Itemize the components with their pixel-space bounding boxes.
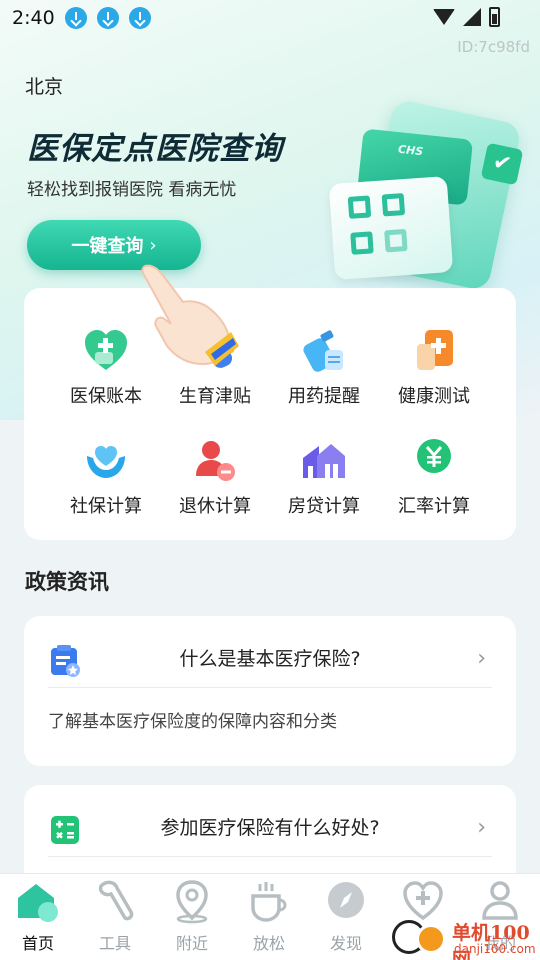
hero-title: 医保定点医院查询 — [27, 131, 283, 167]
feature-medical-ledger[interactable]: 医保账本 — [51, 326, 161, 408]
battery-icon — [489, 7, 500, 27]
house-icon — [299, 436, 349, 486]
tab-label: 放松 — [252, 934, 285, 953]
feature-medication-reminder[interactable]: 用药提醒 — [269, 326, 379, 408]
divider — [48, 687, 492, 688]
tab-label: 发现 — [329, 934, 362, 953]
person-minus-icon — [190, 436, 240, 486]
watermark-url: danji100.com — [454, 942, 536, 956]
location-selector[interactable]: 北京 — [25, 72, 63, 99]
hero-illustration: CHS ✔ — [320, 88, 540, 292]
feature-grid: 医保账本 生育津贴 用药提醒 健康测试 社保计算 退休计算 房贷计算 汇率计算 — [24, 288, 516, 540]
chevron-right-icon: › — [477, 646, 486, 671]
watermark-logo-icon — [416, 924, 446, 954]
wrench-icon — [93, 878, 137, 924]
heart-plus-icon — [81, 326, 131, 376]
coffee-cup-icon — [247, 878, 291, 924]
download-icon — [96, 7, 119, 29]
wifi-icon — [433, 9, 455, 25]
news-card-header[interactable]: 什么是基本医疗保险? › — [24, 616, 516, 688]
feature-label: 退休计算 — [179, 496, 251, 517]
checkmark-icon: ✔ — [480, 142, 524, 186]
tab-label: 附近 — [175, 934, 208, 953]
tab-home[interactable]: 首页 — [0, 878, 76, 954]
feature-label: 健康测试 — [398, 386, 470, 407]
feature-label: 社保计算 — [70, 496, 142, 517]
feature-maternity-allowance[interactable]: 生育津贴 — [160, 326, 270, 408]
tab-relax[interactable]: 放松 — [231, 878, 307, 954]
medicine-bottle-icon — [299, 326, 349, 376]
home-icon — [16, 878, 60, 924]
status-time: 2:40 — [12, 7, 55, 29]
tab-label: 首页 — [21, 934, 54, 953]
compass-icon — [324, 878, 368, 924]
download-icon — [64, 7, 87, 29]
news-title: 参加医疗保险有什么好处? — [160, 817, 380, 839]
feature-label: 用药提醒 — [288, 386, 360, 407]
tab-nearby[interactable]: 附近 — [154, 878, 230, 954]
feature-label: 生育津贴 — [179, 386, 251, 407]
download-icon — [128, 7, 151, 29]
tab-discover[interactable]: 发现 — [308, 878, 384, 954]
chevron-right-icon: › — [149, 234, 157, 256]
divider — [48, 856, 492, 857]
news-section-title: 政策资讯 — [25, 570, 109, 594]
baby-bottle-icon — [190, 326, 240, 376]
watermark-id: ID:7c98fd — [457, 38, 530, 56]
chevron-right-icon: › — [477, 815, 486, 840]
site-watermark: 单机100网 danji100.com — [392, 918, 540, 960]
news-title: 什么是基本医疗保险? — [179, 648, 361, 670]
one-click-query-button[interactable]: 一键查询 › — [27, 220, 201, 270]
hands-heart-icon — [81, 436, 131, 486]
news-card-header[interactable]: 参加医疗保险有什么好处? › — [24, 785, 516, 857]
feature-mortgage-calc[interactable]: 房贷计算 — [269, 436, 379, 518]
feature-label: 医保账本 — [70, 386, 142, 407]
feature-label: 房贷计算 — [288, 496, 360, 517]
feature-health-test[interactable]: 健康测试 — [379, 326, 489, 408]
hero-subtitle: 轻松找到报销医院 看病无忧 — [27, 180, 237, 200]
feature-retirement-calc[interactable]: 退休计算 — [160, 436, 270, 518]
location-pin-icon — [170, 878, 214, 924]
health-report-icon — [409, 326, 459, 376]
feature-social-security-calc[interactable]: 社保计算 — [51, 436, 161, 518]
query-button-label: 一键查询 — [71, 236, 144, 257]
feature-exchange-rate-calc[interactable]: 汇率计算 — [379, 436, 489, 518]
status-bar: 2:40 — [0, 0, 540, 36]
tab-label: 工具 — [98, 934, 131, 953]
yuan-circle-icon — [409, 436, 459, 486]
news-description: 了解基本医疗保险度的保障内容和分类 — [48, 712, 337, 732]
tab-tools[interactable]: 工具 — [77, 878, 153, 954]
card-logo-text: CHS — [397, 142, 424, 159]
qr-code-icon — [328, 176, 454, 280]
signal-icon — [463, 8, 481, 26]
news-card[interactable]: 什么是基本医疗保险? › 了解基本医疗保险度的保障内容和分类 — [24, 616, 516, 766]
feature-label: 汇率计算 — [398, 496, 470, 517]
